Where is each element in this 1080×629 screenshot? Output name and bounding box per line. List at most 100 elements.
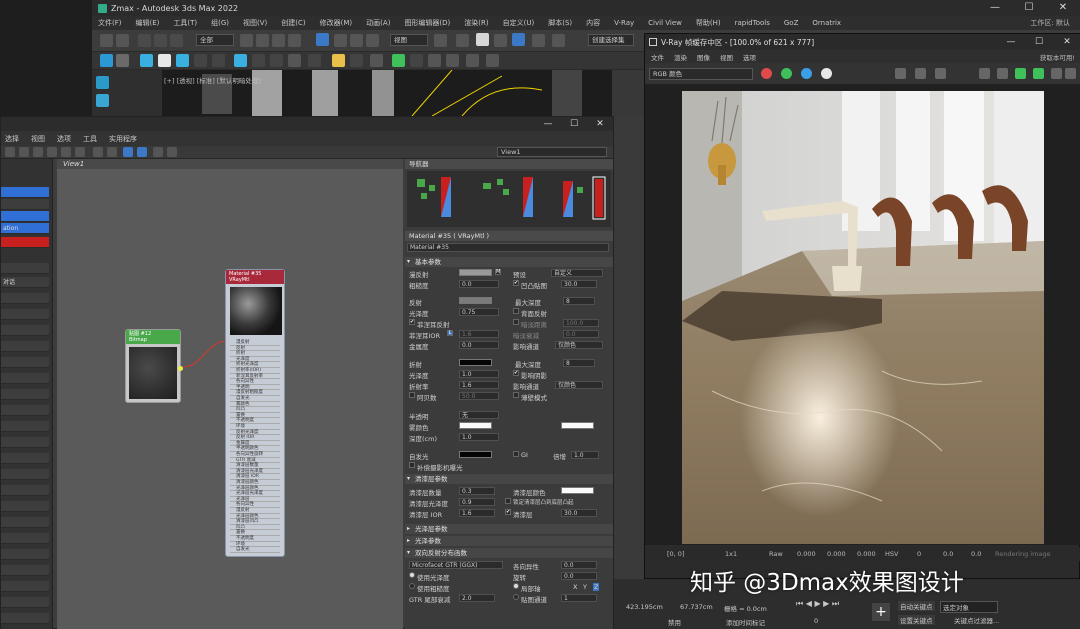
bump-map-checkbox[interactable]: ✔ <box>513 280 519 286</box>
browser-row[interactable] <box>1 581 49 592</box>
proxy-icon[interactable] <box>234 54 247 67</box>
menu-scripting[interactable]: 脚本(S) <box>548 18 572 28</box>
camera-icon[interactable] <box>486 54 499 67</box>
rotation-field[interactable]: 0.0 <box>561 572 597 580</box>
blue-channel-icon[interactable] <box>801 68 812 79</box>
browser-row[interactable] <box>1 533 49 544</box>
render-last-icon[interactable] <box>997 68 1008 79</box>
ambient-light-icon[interactable] <box>212 54 225 67</box>
map-channel-radio[interactable] <box>513 594 519 600</box>
slate-tool-icon-12[interactable] <box>167 147 177 157</box>
slate-tool-icon-6[interactable] <box>75 147 85 157</box>
multiplier-field[interactable]: 1.0 <box>571 451 599 459</box>
vray-toolbar-icon-2[interactable] <box>116 54 129 67</box>
dim-falloff-field[interactable]: 0.0 <box>563 330 599 338</box>
edit-named-sets-icon[interactable] <box>552 34 565 47</box>
vfb-status-zoom[interactable]: 1x1 <box>725 550 737 558</box>
use-roughness-radio[interactable] <box>409 583 415 589</box>
node-view-canvas[interactable]: View1 贴图 #12 Bitmap Material #35 VRayMtl… <box>57 159 403 629</box>
backlight-color-swatch[interactable] <box>561 422 594 429</box>
vfb-menu-image[interactable]: 图像 <box>697 52 710 62</box>
navigator-view[interactable] <box>407 171 611 227</box>
slate-tool-icon-4[interactable] <box>47 147 57 157</box>
menu-modifiers[interactable]: 修改器(M) <box>320 18 353 28</box>
affect-channels-dropdown[interactable]: 仅颜色 <box>555 341 603 349</box>
interactive-render-icon[interactable] <box>410 54 423 67</box>
menu-vray[interactable]: V-Ray <box>614 19 634 27</box>
browser-row[interactable] <box>1 421 49 432</box>
vfb-image-canvas[interactable] <box>645 85 1080 545</box>
material-slot[interactable]: 自发光 <box>230 547 280 553</box>
vfb-maximize-button[interactable]: ☐ <box>1025 34 1053 50</box>
bitmap-node[interactable]: 贴图 #12 Bitmap <box>125 329 183 403</box>
track-mouse-icon[interactable] <box>935 68 946 79</box>
undo-icon[interactable] <box>100 34 113 47</box>
coat-gloss-field[interactable]: 0.9 <box>459 498 495 506</box>
browser-row[interactable] <box>1 237 49 248</box>
slate-view-dropdown[interactable]: View1 <box>497 147 607 157</box>
ipr-icon[interactable] <box>1015 68 1026 79</box>
maximize-button[interactable]: ☐ <box>1012 0 1046 16</box>
set-key-button[interactable]: 设置关键点 <box>898 615 935 625</box>
coord-x-field[interactable]: 423.195cm <box>626 603 663 611</box>
slate-tool-icon-10[interactable] <box>137 147 147 157</box>
menu-create[interactable]: 创建(C) <box>281 18 305 28</box>
basic-params-rollout[interactable]: 基本参数 <box>405 257 613 267</box>
coord-y-field[interactable]: 67.737cm <box>680 603 713 611</box>
use-gloss-radio[interactable] <box>409 572 415 578</box>
dome-light-icon[interactable] <box>176 54 189 67</box>
refract-swatch[interactable] <box>459 359 492 366</box>
axis-z-button[interactable]: Z <box>593 583 600 591</box>
metalness-field[interactable]: 0.0 <box>459 341 499 349</box>
menu-edit[interactable]: 编辑(E) <box>136 18 160 28</box>
viewport-label[interactable]: [+] [透视] [标准] [默认明暗处理] <box>164 75 261 85</box>
slate-tool-icon-3[interactable] <box>33 147 43 157</box>
vfb-menu-render[interactable]: 渲染 <box>674 52 687 62</box>
local-axis-radio[interactable] <box>513 583 519 589</box>
reflect-swatch[interactable] <box>459 297 492 304</box>
browser-row[interactable] <box>1 325 49 336</box>
compensate-checkbox[interactable] <box>409 462 415 468</box>
save-image-icon[interactable] <box>895 68 906 79</box>
modify-tool-icon[interactable] <box>96 94 109 107</box>
dim-distance-field[interactable]: 100.0 <box>563 319 599 327</box>
browser-row[interactable] <box>1 211 49 222</box>
redo-icon[interactable] <box>116 34 129 47</box>
menu-content[interactable]: 内容 <box>586 18 600 28</box>
fresnel-checkbox[interactable]: ✔ <box>409 319 415 325</box>
select-by-name-icon[interactable] <box>256 34 269 47</box>
region-render-icon[interactable] <box>979 68 990 79</box>
vfb-minimize-button[interactable]: — <box>997 34 1025 50</box>
menu-goz[interactable]: GoZ <box>784 19 799 27</box>
menu-civil-view[interactable]: Civil View <box>648 19 682 27</box>
vfb-menu-options[interactable]: 选项 <box>743 52 756 62</box>
gi-checkbox[interactable] <box>513 451 519 457</box>
vfb-status-hsv[interactable]: HSV <box>885 550 898 558</box>
vfb-menu-view[interactable]: 视图 <box>720 52 733 62</box>
dim-distance-checkbox[interactable] <box>513 319 519 325</box>
coat-params-rollout[interactable]: 清漆层参数 <box>405 474 613 484</box>
rotate-icon[interactable] <box>334 34 347 47</box>
browser-row[interactable] <box>1 565 49 576</box>
sheen-params-rollout[interactable]: 光泽层参数 <box>405 524 613 534</box>
pivot-center-icon[interactable] <box>434 34 447 47</box>
vfb-help-link[interactable]: 获取本可用! <box>1040 52 1075 62</box>
refract-gloss-field[interactable]: 1.0 <box>459 370 499 378</box>
material-name-field[interactable]: Material #35 <box>407 243 609 252</box>
add-key-icon[interactable]: + <box>872 603 890 621</box>
menu-customize[interactable]: 自定义(U) <box>503 18 535 28</box>
selection-filter-dropdown[interactable]: 全部 <box>196 34 234 46</box>
menu-tools[interactable]: 工具(T) <box>173 18 197 28</box>
browser-row[interactable] <box>1 453 49 464</box>
browser-row[interactable] <box>1 597 49 608</box>
roughness-field[interactable]: 0.0 <box>459 280 499 288</box>
browser-row[interactable] <box>1 501 49 512</box>
channel-dropdown[interactable]: RGB 颜色 <box>649 68 753 80</box>
red-channel-icon[interactable] <box>761 68 772 79</box>
ies-light-icon[interactable] <box>194 54 207 67</box>
menu-ornatrix[interactable]: Ornatrix <box>812 19 841 27</box>
browser-row[interactable] <box>1 437 49 448</box>
coat-ior-field[interactable]: 1.6 <box>459 509 495 517</box>
named-selection-set[interactable]: 创建选择集 <box>588 34 634 46</box>
select-object-icon[interactable] <box>240 34 253 47</box>
